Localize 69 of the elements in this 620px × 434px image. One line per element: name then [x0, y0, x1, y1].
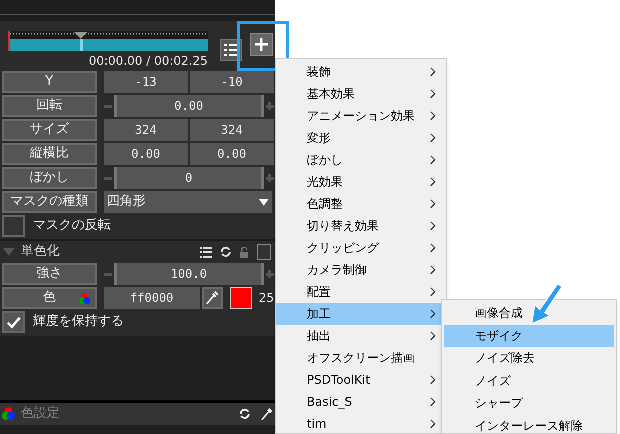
parameter-button[interactable]: マスクの種類 [2, 191, 97, 213]
menu-item[interactable]: tim [276, 413, 446, 434]
value-field[interactable]: 0.00 [190, 143, 274, 165]
menu-item[interactable]: インターレース解除 [444, 414, 614, 434]
menu-item[interactable]: カメラ制御 [276, 259, 446, 281]
color-swatch[interactable] [230, 287, 252, 309]
eyedropper-button[interactable] [202, 287, 223, 309]
collapse-triangle-icon[interactable] [3, 247, 15, 257]
eyedropper-icon[interactable] [261, 407, 273, 421]
menu-item[interactable]: 切り替え効果 [276, 215, 446, 237]
value-field[interactable]: -13 [104, 71, 188, 93]
slider-field[interactable]: 0 [114, 167, 264, 189]
menu-item[interactable]: ノイズ除去 [444, 347, 614, 370]
parameter-button[interactable]: 強さ [2, 263, 97, 285]
value-field[interactable]: 324 [190, 119, 274, 141]
dropdown-value: 四角形 [107, 193, 147, 212]
eyedropper-icon [206, 291, 219, 305]
checkbox-label: 輝度を保持する [33, 313, 124, 332]
plus-icon [255, 38, 268, 51]
parameter-button[interactable]: ぼかし [2, 167, 97, 189]
menu-item[interactable]: PSDToolKit [276, 369, 446, 391]
parameter-button[interactable]: サイズ [2, 119, 97, 141]
menu-item[interactable]: 色調整 [276, 193, 446, 215]
color-wheel-icon [2, 407, 15, 421]
checkbox-label: マスクの反転 [33, 217, 111, 236]
menu-item[interactable]: シャープ [444, 392, 614, 414]
timeline-bar[interactable] [8, 31, 208, 51]
menu-item[interactable]: 基本効果 [276, 83, 446, 105]
check-icon [6, 314, 22, 330]
slider-field[interactable]: 0.00 [114, 95, 264, 117]
dropdown-arrow-icon [259, 198, 269, 206]
value-text: 25 [259, 290, 274, 307]
menu-item[interactable]: ぼかし [276, 149, 446, 171]
color-wheel-icon [79, 293, 91, 305]
menu-item[interactable]: 光効果 [276, 171, 446, 193]
value-field[interactable]: 0.00 [104, 143, 188, 165]
slider-field[interactable]: 100.0 [114, 263, 264, 285]
checkbox[interactable] [257, 244, 271, 260]
parameter-button[interactable]: 回転 [2, 95, 97, 117]
menu-item[interactable]: Basic_S [276, 391, 446, 413]
lock-icon[interactable] [240, 246, 249, 258]
panel-title: 色設定 [21, 405, 60, 424]
dropdown[interactable]: 四角形 [104, 191, 272, 213]
menu-item[interactable]: 変形 [276, 127, 446, 149]
checkbox[interactable] [2, 215, 25, 237]
section-title: 単色化 [21, 243, 60, 262]
parameter-button[interactable]: 色 [2, 287, 97, 309]
value-field[interactable]: -10 [190, 71, 274, 93]
refresh-icon[interactable] [239, 408, 251, 420]
menu-item[interactable]: アニメーション効果 [276, 105, 446, 127]
list-icon[interactable] [200, 246, 212, 258]
menu-item[interactable]: 画像合成 [444, 302, 614, 324]
value-field[interactable]: ff0000 [104, 287, 200, 309]
menu-item[interactable]: クリッピング [276, 237, 446, 259]
checkbox[interactable] [2, 311, 25, 333]
plus-icon[interactable] [266, 100, 274, 112]
menu-item[interactable]: 配置 [276, 281, 446, 303]
add-button[interactable] [250, 33, 273, 56]
menu-item[interactable]: 装飾 [276, 61, 446, 83]
value-field[interactable]: 324 [104, 119, 188, 141]
parameter-button[interactable]: 縦横比 [2, 143, 97, 165]
parameter-button[interactable]: Y [2, 71, 97, 93]
menu-item[interactable]: ノイズ [444, 370, 614, 392]
plus-icon[interactable] [266, 268, 274, 280]
refresh-icon[interactable] [220, 246, 232, 258]
menu-item[interactable]: 抽出 [276, 325, 446, 347]
plus-icon[interactable] [266, 172, 274, 184]
menu-item[interactable]: モザイク [444, 324, 614, 347]
time-readout: 00:00.00 / 00:02.25 [88, 53, 208, 69]
